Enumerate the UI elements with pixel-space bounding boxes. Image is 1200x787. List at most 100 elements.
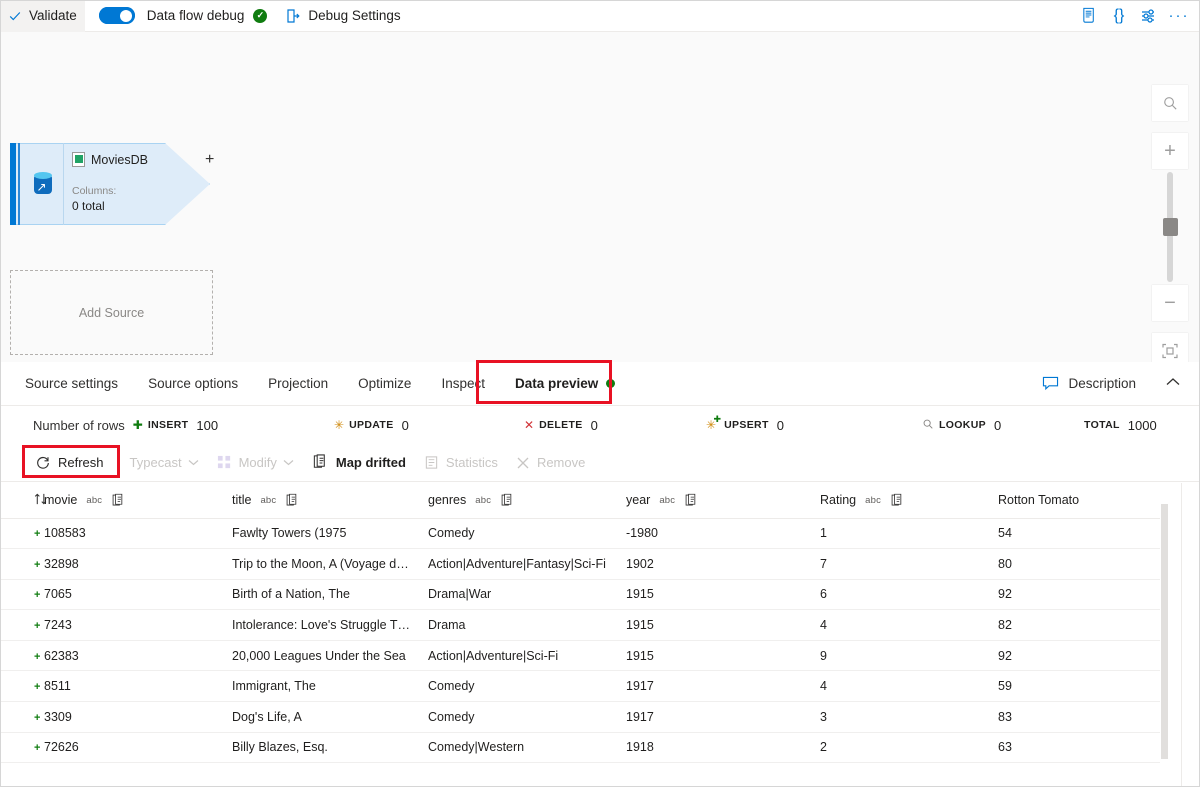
table-row[interactable]: + 32898 Trip to the Moon, A (Voyage d… A…: [0, 548, 1160, 580]
insert-marker-icon: +: [34, 742, 41, 755]
map-column-icon[interactable]: [111, 493, 126, 508]
zoom-slider-thumb[interactable]: [1163, 218, 1178, 236]
table-row[interactable]: + 7243 Intolerance: Love's Struggle T… D…: [0, 609, 1160, 641]
map-drifted-button[interactable]: Map drifted: [303, 449, 415, 477]
row-count-summary: Number of rows ✚ INSERT 100 ✳ UPDATE 0 ✕…: [0, 406, 1200, 444]
table-row[interactable]: + 72626 Billy Blazes, Esq. Comedy|Wester…: [0, 732, 1160, 764]
node-columns-total: 0 total: [72, 199, 105, 214]
cell-genres: Comedy|Western: [428, 732, 626, 764]
tab-source-options[interactable]: Source options: [133, 362, 253, 406]
data-preview-table: movie abc title abc genres abc year abc …: [0, 483, 1160, 764]
description-button[interactable]: Description: [1034, 369, 1144, 399]
cell-title: Trip to the Moon, A (Voyage d…: [232, 548, 428, 580]
data-preview-table-container[interactable]: movie abc title abc genres abc year abc …: [0, 483, 1200, 787]
add-transformation-button[interactable]: +: [205, 151, 214, 169]
data-flow-debug-group[interactable]: Data flow debug ✓: [85, 0, 276, 32]
cell-year: 1917: [626, 670, 820, 703]
map-column-icon[interactable]: [890, 493, 905, 508]
statistics-button[interactable]: Statistics: [415, 449, 507, 477]
cell-rating: 1: [820, 518, 998, 550]
sliders-icon[interactable]: [1134, 1, 1164, 31]
table-right-border: [1181, 483, 1182, 787]
column-header-title[interactable]: title abc: [232, 483, 428, 519]
zoom-out-button[interactable]: −: [1152, 285, 1188, 321]
cell-title: Intolerance: Love's Struggle T…: [232, 609, 428, 641]
zoom-slider[interactable]: [1152, 172, 1188, 282]
fit-to-screen-icon[interactable]: [1152, 333, 1188, 362]
top-toolbar: Validate Data flow debug ✓ Debug Setting…: [0, 0, 1200, 32]
zoom-out-glyph: −: [1164, 291, 1176, 314]
column-name: genres: [428, 493, 467, 508]
tab-optimize[interactable]: Optimize: [343, 362, 426, 406]
cell-genres: Comedy: [428, 670, 626, 703]
column-header-rating[interactable]: Rating abc: [820, 483, 998, 519]
modify-button[interactable]: Modify: [208, 449, 303, 477]
data-flow-debug-toggle[interactable]: [98, 7, 135, 24]
cell-year: 1915: [626, 579, 820, 611]
row-marker: +: [0, 609, 44, 641]
column-header-movie[interactable]: movie abc: [44, 483, 232, 519]
column-header-sort[interactable]: [0, 483, 47, 519]
stat-update: ✳ UPDATE 0: [334, 418, 409, 433]
table-row[interactable]: + 7065 Birth of a Nation, The Drama|War …: [0, 579, 1160, 611]
cell-movie: 8511: [44, 670, 232, 703]
table-vertical-scrollbar[interactable]: [1161, 504, 1168, 759]
braces-glyph: {}: [1113, 6, 1125, 24]
cell-rotton-tomato: 54: [998, 518, 1160, 550]
row-marker: +: [0, 548, 44, 580]
refresh-button[interactable]: Refresh: [26, 449, 113, 477]
cell-rating: 4: [820, 670, 998, 703]
table-row[interactable]: + 108583 Fawlty Towers (1975 Comedy -198…: [0, 518, 1160, 550]
cell-title: Fawlty Towers (1975: [232, 518, 428, 550]
table-row[interactable]: + 62383 20,000 Leagues Under the Sea Act…: [0, 640, 1160, 672]
validate-button[interactable]: Validate: [0, 0, 85, 32]
add-source-label: Add Source: [78, 305, 145, 320]
stat-key: INSERT: [147, 419, 189, 431]
map-column-icon[interactable]: [500, 493, 515, 508]
chevron-up-icon[interactable]: [1160, 371, 1186, 394]
tab-source-settings[interactable]: Source settings: [10, 362, 133, 406]
typecast-button[interactable]: Typecast: [121, 449, 208, 477]
ellipsis-icon[interactable]: ···: [1164, 1, 1194, 31]
cell-year: -1980: [626, 518, 820, 550]
tab-bar-right-group: Description: [1034, 369, 1200, 399]
add-source-placeholder[interactable]: Add Source: [10, 270, 213, 355]
source-node-moviesdb[interactable]: ↗ MoviesDB Columns: 0 total: [10, 143, 210, 225]
cell-genres: Drama|War: [428, 579, 626, 611]
tab-label: Source options: [148, 376, 239, 391]
column-header-genres[interactable]: genres abc: [428, 483, 626, 519]
column-type-tag: abc: [865, 494, 882, 506]
zoom-in-button[interactable]: +: [1152, 133, 1188, 169]
tab-inspect[interactable]: Inspect: [426, 362, 500, 406]
data-flow-debug-label: Data flow debug: [146, 7, 245, 23]
column-header-rotton-tomato[interactable]: Rotton Tomato: [998, 483, 1160, 519]
checkmark-icon: [8, 9, 22, 23]
script-icon[interactable]: [1074, 1, 1104, 31]
tab-label: Optimize: [358, 376, 412, 391]
node-body: MoviesDB Columns: 0 total: [72, 152, 164, 213]
cell-title: 20,000 Leagues Under the Sea: [232, 640, 428, 672]
row-marker: +: [0, 518, 44, 550]
table-row[interactable]: + 8511 Immigrant, The Comedy 1917 4 59: [0, 670, 1160, 703]
status-dot-icon: [606, 379, 616, 388]
cell-genres: Comedy: [428, 518, 626, 550]
remove-button[interactable]: Remove: [507, 449, 594, 477]
map-column-icon[interactable]: [684, 493, 699, 508]
tab-data-preview[interactable]: Data preview: [500, 362, 630, 406]
table-row[interactable]: + 3309 Dog's Life, A Comedy 1917 3 83: [0, 701, 1160, 733]
map-column-icon[interactable]: [285, 493, 300, 508]
node-icon-container: ↗: [22, 143, 64, 225]
cell-movie: 7243: [44, 609, 232, 641]
column-name: movie: [44, 493, 78, 508]
tab-projection[interactable]: Projection: [253, 362, 343, 406]
cell-rotton-tomato: 82: [998, 609, 1160, 641]
data-flow-canvas[interactable]: ↗ MoviesDB Columns: 0 total + Add Source: [0, 32, 1200, 362]
cell-year: 1918: [626, 732, 820, 764]
debug-settings-button[interactable]: Debug Settings: [275, 0, 408, 32]
braces-icon[interactable]: {}: [1104, 1, 1134, 31]
cell-genres: Comedy: [428, 701, 626, 733]
stat-value: 0: [994, 417, 1002, 433]
search-icon[interactable]: [1152, 85, 1188, 121]
cell-year: 1917: [626, 701, 820, 733]
column-header-year[interactable]: year abc: [626, 483, 820, 519]
